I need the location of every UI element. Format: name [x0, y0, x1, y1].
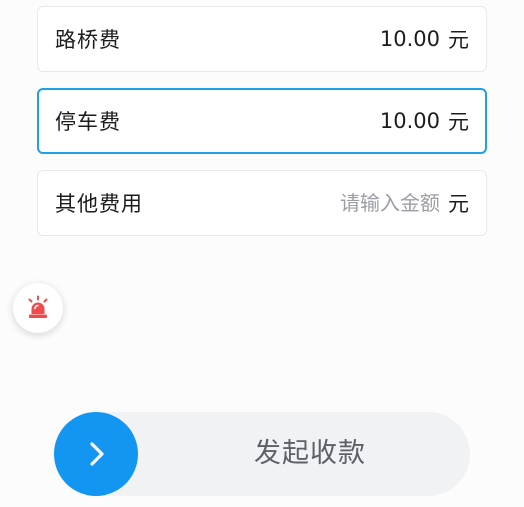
parking-fee-row[interactable]: 停车费 10.00 元 — [37, 88, 487, 154]
alarm-siren-icon — [28, 295, 48, 318]
toll-fee-value[interactable]: 10.00 — [380, 27, 440, 51]
swipe-to-collect-label: 发起收款 — [254, 438, 366, 469]
parking-fee-value[interactable]: 10.00 — [380, 109, 440, 133]
toll-fee-label: 路桥费 — [55, 28, 121, 52]
other-fee-row[interactable]: 其他费用 元 — [37, 170, 487, 236]
other-fee-unit: 元 — [448, 192, 469, 216]
alarm-button[interactable] — [13, 283, 63, 333]
toll-fee-unit: 元 — [448, 28, 469, 52]
parking-fee-label: 停车费 — [55, 110, 121, 134]
parking-fee-unit: 元 — [448, 110, 469, 134]
toll-fee-row[interactable]: 路桥费 10.00 元 — [37, 6, 487, 72]
other-fee-amount-input[interactable] — [290, 191, 440, 215]
other-fee-label: 其他费用 — [55, 192, 143, 216]
chevron-right-icon — [90, 442, 104, 466]
swipe-to-collect-handle[interactable] — [54, 412, 138, 496]
payment-form: 路桥费 10.00 元 停车费 10.00 元 其他费用 元 发起收款 — [0, 0, 524, 507]
